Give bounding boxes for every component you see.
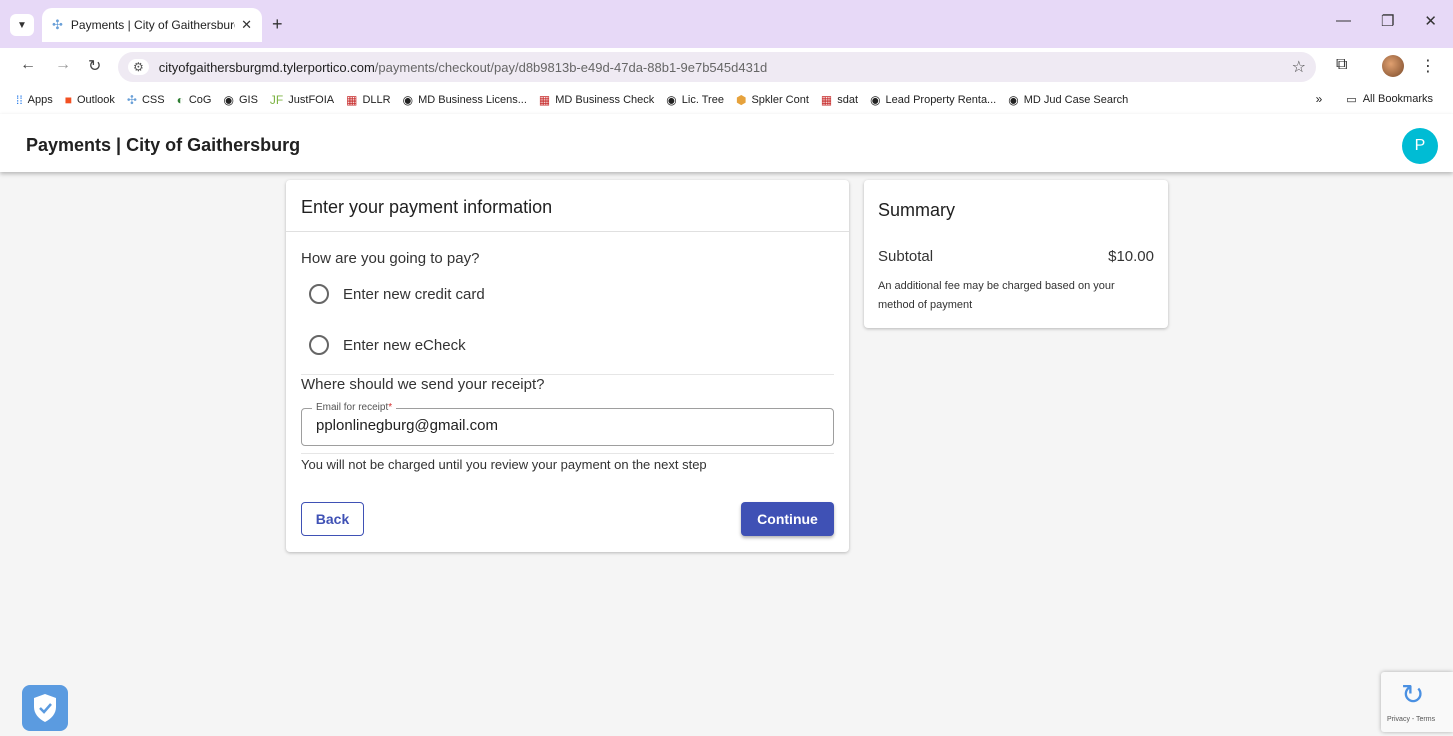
summary-card: Summary Subtotal $10.00 An additional fe…	[864, 180, 1168, 328]
accessibility-shield-widget[interactable]	[22, 685, 68, 731]
bookmark-outlook[interactable]: ■ Outlook	[65, 93, 115, 107]
apps-grid-icon: ⁞⁞	[16, 93, 23, 107]
shield-check-icon	[34, 694, 56, 722]
minimize-icon[interactable]: —	[1336, 12, 1351, 30]
all-bookmarks[interactable]: All Bookmarks	[1363, 93, 1433, 105]
subtotal-value: $10.00	[1108, 248, 1154, 265]
bookmark-cog[interactable]: ◐ CoG	[177, 93, 212, 107]
globe-icon: ◉	[666, 93, 677, 107]
url-path: /payments/checkout/pay/d8b9813b-e49d-47d…	[374, 59, 768, 75]
globe-icon: ◉	[223, 93, 234, 107]
divider	[301, 374, 834, 375]
payment-card-title: Enter your payment information	[301, 197, 553, 217]
bookmarks-bar: ⁞⁞ Apps ■ Outlook ✣ CSS ◐ CoG ◉ GIS JF JustFOI…	[0, 86, 1453, 114]
bookmark-gis[interactable]: ◉ GIS	[223, 93, 257, 107]
bookmark-lic-tree[interactable]: ◉ Lic. Tree	[666, 93, 724, 107]
tab-title: Payments | City of Gaithersburg	[70, 18, 236, 32]
profile-avatar-icon[interactable]	[1382, 55, 1404, 77]
bookmark-md-jud-case[interactable]: ◉ MD Jud Case Search	[1008, 93, 1128, 107]
email-input[interactable]	[316, 417, 816, 434]
recaptcha-links[interactable]: Privacy - Terms	[1387, 716, 1435, 723]
bookmark-dllr[interactable]: ▦ DLLR	[346, 93, 390, 107]
site-favicon-icon: ✣	[52, 17, 63, 32]
bookmark-lead-property[interactable]: ◉ Lead Property Renta...	[870, 93, 996, 107]
bookmarks-right: » ▭ All Bookmarks	[1316, 92, 1433, 106]
radio-unchecked-icon[interactable]	[309, 335, 329, 355]
cog-logo-icon: ◐	[176, 93, 184, 107]
divider	[301, 453, 834, 454]
restore-icon[interactable]: ❐	[1381, 12, 1394, 30]
reload-icon[interactable]: ↻	[88, 56, 101, 76]
payment-method-question: How are you going to pay?	[301, 250, 480, 267]
radio-echeck-label: Enter new eCheck	[343, 336, 466, 354]
badge-icon: ⬢	[735, 93, 747, 107]
globe-icon: ◉	[402, 93, 414, 107]
address-bar[interactable]: ⚙ cityofgaithersburgmd.tylerportico.com /…	[118, 52, 1316, 82]
payment-card: Enter your payment information How are y…	[286, 180, 849, 552]
tab-search-icon[interactable]: ▼	[10, 14, 34, 36]
browser-toolbar: ← → ↻ ⚙ cityofgaithersburgmd.tylerportic…	[0, 48, 1453, 86]
menu-kebab-icon[interactable]: ⋮	[1420, 56, 1436, 76]
recaptcha-badge[interactable]: ↻ Privacy - Terms	[1381, 672, 1453, 732]
app-header: Payments | City of Gaithersburg P	[0, 114, 1453, 172]
md-flag-icon: ▦	[538, 93, 551, 107]
user-avatar[interactable]: P	[1402, 128, 1438, 164]
back-button[interactable]: Back	[301, 502, 364, 536]
email-field-label: Email for receipt*	[312, 402, 397, 413]
microsoft-icon: ■	[64, 93, 72, 107]
bookmark-md-business-licens[interactable]: ◉ MD Business Licens...	[403, 93, 527, 107]
site-favicon-icon: ✣	[126, 93, 137, 107]
back-arrow-icon[interactable]: ←	[20, 56, 36, 74]
md-flag-icon: ▦	[346, 93, 358, 107]
continue-button[interactable]: Continue	[741, 502, 834, 536]
tab-close-icon[interactable]: ✕	[241, 17, 252, 33]
justfoia-icon: JF	[269, 93, 284, 107]
radio-credit-card-label: Enter new credit card	[343, 285, 485, 303]
charge-notice: You will not be charged until you review…	[301, 457, 707, 472]
tab-bar: ▼ ✣ Payments | City of Gaithersburg ✕ + …	[0, 0, 1453, 48]
divider	[286, 231, 849, 232]
bookmark-apps[interactable]: ⁞⁞ Apps	[16, 93, 53, 107]
close-window-icon[interactable]: ✕	[1424, 12, 1437, 30]
radio-unchecked-icon[interactable]	[309, 284, 329, 304]
md-flag-icon: ▦	[820, 93, 833, 107]
recaptcha-logo-icon: ↻	[1401, 679, 1425, 710]
bookmark-spkler-cont[interactable]: ⬢ Spkler Cont	[736, 93, 809, 107]
receipt-question: Where should we send your receipt?	[301, 376, 545, 393]
new-tab-icon[interactable]: +	[272, 14, 283, 35]
fee-note: An additional fee may be charged based o…	[878, 280, 1115, 311]
globe-icon: ◉	[1008, 93, 1019, 107]
extensions-icon[interactable]: ⧉	[1336, 56, 1347, 74]
bookmark-md-business-check[interactable]: ▦ MD Business Check	[539, 93, 654, 107]
browser-tab[interactable]: ✣ Payments | City of Gaithersburg ✕	[42, 8, 262, 42]
url-host: cityofgaithersburgmd.tylerportico.com	[158, 59, 375, 75]
bookmark-star-icon[interactable]: ☆	[1292, 57, 1306, 77]
bookmark-justfoia[interactable]: JF JustFOIA	[270, 93, 334, 107]
bookmark-sdat[interactable]: ▦ sdat	[821, 93, 858, 107]
folder-icon: ▭	[1346, 93, 1357, 106]
site-info-icon[interactable]: ⚙	[128, 59, 149, 75]
more-bookmarks-icon[interactable]: »	[1316, 92, 1323, 106]
page-title: Payments | City of Gaithersburg	[26, 135, 301, 155]
radio-credit-card[interactable]: Enter new credit card	[309, 284, 485, 304]
globe-icon: ◉	[870, 93, 881, 107]
email-field[interactable]: Email for receipt*	[301, 402, 834, 446]
bookmark-css[interactable]: ✣ CSS	[127, 93, 165, 107]
summary-title: Summary	[878, 200, 956, 220]
forward-arrow-icon[interactable]: →	[55, 56, 71, 74]
window-controls: — ❐ ✕	[1336, 12, 1437, 30]
subtotal-label: Subtotal	[878, 248, 934, 265]
radio-echeck[interactable]: Enter new eCheck	[309, 335, 466, 355]
